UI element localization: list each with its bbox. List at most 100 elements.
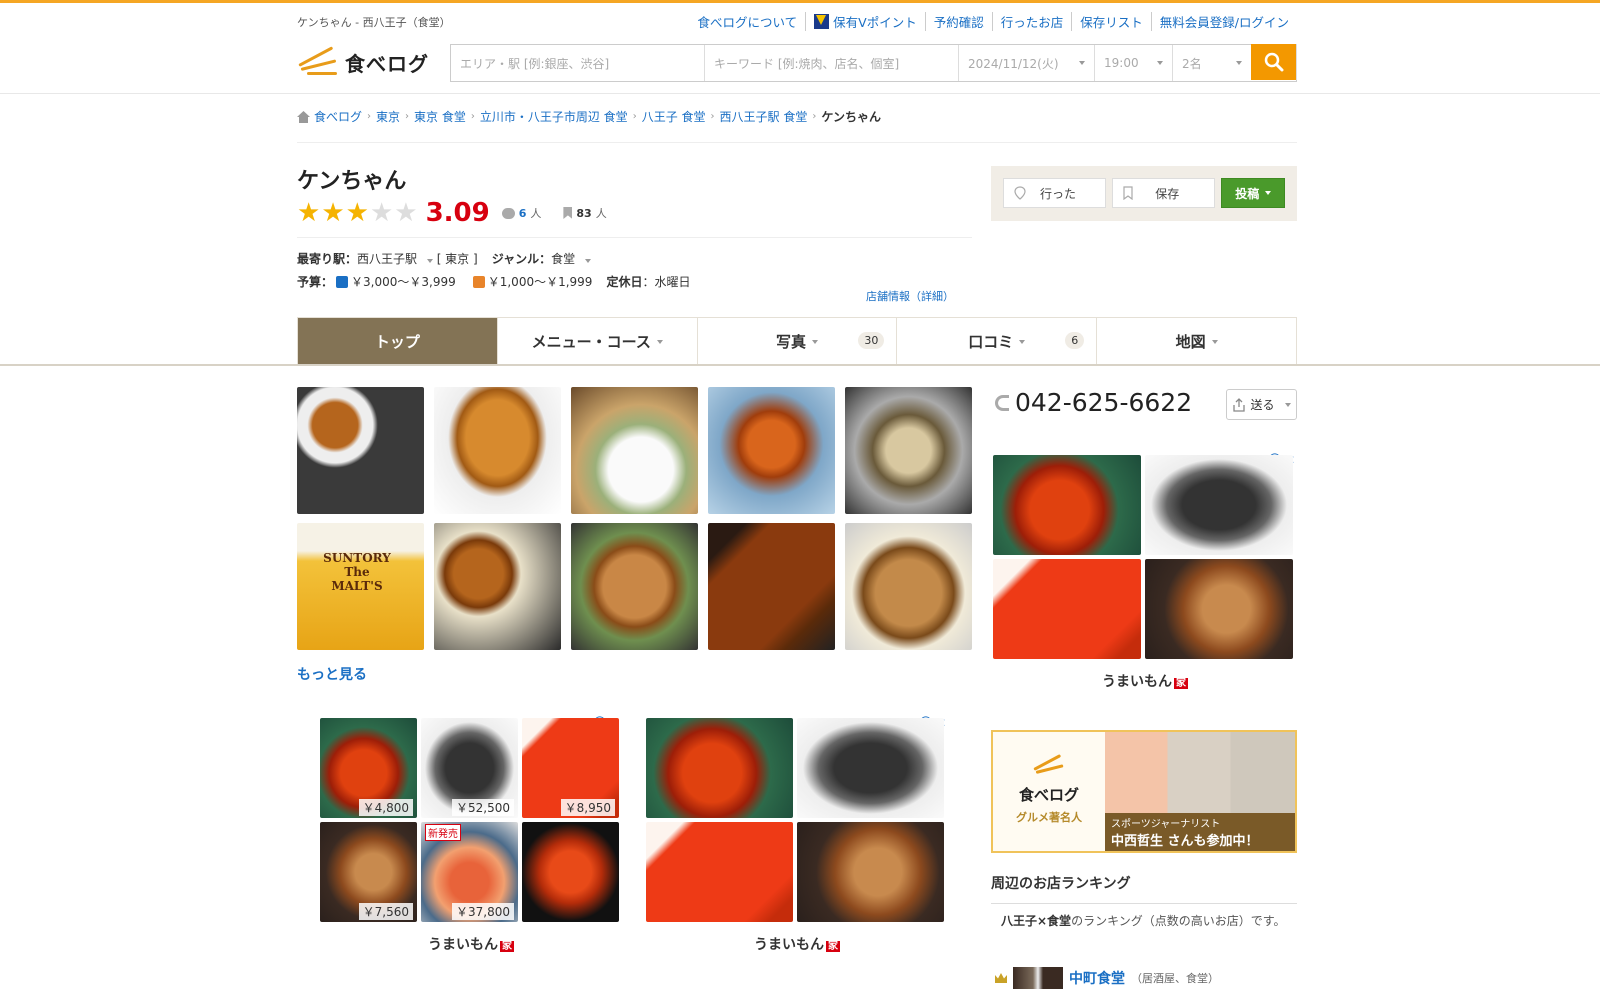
photo-beer[interactable]: SUNTORY The MALT'S — [297, 523, 424, 650]
star-empty-icon: ★ — [394, 198, 418, 228]
shop-detail-link[interactable]: 店舗情報（詳細） — [866, 288, 954, 304]
review-count-unit: 人 — [530, 207, 542, 220]
ad-product-shrimp[interactable]: ￥8,950 — [522, 718, 619, 818]
tab-photos[interactable]: 写真 30 — [698, 318, 898, 365]
tab-map[interactable]: 地図 — [1097, 318, 1296, 365]
ranking-item-name[interactable]: 中町食堂 — [1069, 968, 1125, 988]
photo-fried-fish[interactable] — [434, 387, 561, 514]
link-vpoint[interactable]: 保有Vポイント — [805, 12, 925, 31]
breadcrumb-nishihachioji[interactable]: 西八王子駅 食堂 — [720, 108, 808, 125]
chevron-down-icon — [1265, 191, 1272, 195]
ad-product-mentaiko[interactable] — [646, 718, 793, 818]
date-select[interactable]: 2024/11/12(火) — [959, 45, 1095, 81]
more-photos-link[interactable]: もっと見る — [297, 664, 367, 684]
tab-top[interactable]: トップ — [298, 318, 498, 365]
breadcrumb-separator: › — [812, 111, 817, 122]
tab-menu[interactable]: メニュー・コース — [498, 318, 698, 365]
save-button[interactable]: 保存 — [1112, 178, 1216, 208]
ad-product-crab[interactable]: 新発売 ￥37,800 — [421, 822, 518, 922]
station-link[interactable]: 西八王子駅 — [357, 252, 417, 266]
breadcrumb-tabelog[interactable]: 食べログ — [314, 108, 362, 125]
phone-number[interactable]: 042-625-6622 — [995, 388, 1192, 417]
gourmet-celebrity-banner[interactable]: 食べログ グルメ著名人 スポーツジャーナリスト 中西哲生 さんも参加中！ — [991, 730, 1297, 853]
phone-value: 042-625-6622 — [1015, 388, 1193, 417]
link-saved-list[interactable]: 保存リスト — [1071, 12, 1151, 31]
post-label: 投稿 — [1235, 186, 1260, 201]
star-filled-icon: ★ — [297, 198, 321, 228]
photo-cutlet[interactable] — [845, 523, 972, 650]
ad-product-sea-cucumber[interactable]: ￥52,500 — [421, 718, 518, 818]
photo-set-meal[interactable] — [297, 387, 424, 514]
time-select[interactable]: 19:00 — [1095, 45, 1173, 81]
genre-link[interactable]: 食堂 — [551, 252, 575, 266]
star-filled-icon: ★ — [345, 198, 369, 228]
ranking-thumbnail — [1013, 967, 1063, 989]
save-count[interactable]: 83 人 — [553, 205, 607, 221]
header-shop-path: ケンちゃん - 西八王子（食堂） — [297, 16, 451, 29]
photo-simmered-dish[interactable] — [708, 387, 835, 514]
save-count-value: 83 — [576, 206, 592, 220]
banner-caption: スポーツジャーナリスト 中西哲生 さんも参加中！ — [1105, 813, 1295, 851]
breadcrumb-hachioji[interactable]: 八王子 食堂 — [642, 108, 706, 125]
breadcrumb-divider — [297, 142, 1297, 143]
review-count[interactable]: 6人 — [501, 205, 542, 221]
chevron-down-icon — [1079, 61, 1085, 65]
ad-block-2[interactable]: ⓘ ✕ うまいもん家 — [646, 716, 948, 958]
ad-block-sidebar[interactable]: ⓘ ✕ うまいもん家 — [993, 453, 1297, 700]
breadcrumb-tokyo-shokudo[interactable]: 東京 食堂 — [414, 108, 466, 125]
night-budget-icon — [336, 276, 349, 288]
photo-eel[interactable] — [708, 523, 835, 650]
ad-product-chicken[interactable] — [1145, 559, 1293, 659]
station-label: 最寄り駅： — [297, 252, 358, 266]
ad-product-sea-cucumber[interactable] — [797, 718, 944, 818]
breadcrumb-separator: › — [710, 111, 715, 122]
breadcrumb-tachikawa[interactable]: 立川市・八王子市周辺 食堂 — [480, 108, 628, 125]
search-button[interactable] — [1251, 44, 1297, 80]
photo-karaage[interactable] — [571, 523, 698, 650]
ad-product-shrimp[interactable] — [646, 822, 793, 922]
header-top: ケンちゃん - 西八王子（食堂） 食べログについて 保有Vポイント 予約確認 行… — [297, 12, 1297, 32]
ad-product-chicken[interactable] — [797, 822, 944, 922]
tab-menu-label: メニュー・コース — [531, 333, 651, 351]
share-button[interactable]: 送る — [1226, 389, 1297, 420]
went-button[interactable]: 行った — [1003, 178, 1107, 208]
link-reservation[interactable]: 予約確認 — [924, 12, 992, 31]
tab-reviews[interactable]: 口コミ 6 — [897, 318, 1098, 365]
share-icon — [1233, 397, 1246, 412]
tab-reviews-label: 口コミ — [968, 333, 1014, 351]
ad-product-mentaiko[interactable] — [993, 455, 1141, 555]
area-search-input[interactable]: エリア・駅 [例:銀座、渋谷] — [451, 45, 705, 81]
crown-icon — [995, 973, 1007, 983]
ad-product-shrimp[interactable] — [993, 559, 1141, 659]
ad-product-grid — [993, 455, 1297, 659]
rating-stars: ★ ★ ★ ★ ★ — [297, 200, 418, 226]
ranking-item[interactable]: 中町食堂 （居酒屋、食堂） — [995, 967, 1219, 989]
ad-product-mentaiko[interactable]: ￥4,800 — [320, 718, 417, 818]
header-links: 食べログについて 保有Vポイント 予約確認 行ったお店 保存リスト 無料会員登録… — [690, 12, 1297, 31]
breadcrumb-tokyo[interactable]: 東京 — [376, 108, 400, 125]
photo-katsudon[interactable] — [434, 523, 561, 650]
breadcrumb-separator: › — [367, 111, 372, 122]
logo-text: 食べログ — [345, 51, 429, 76]
post-button[interactable]: 投稿 — [1221, 178, 1285, 208]
ad-brand-badge: 家 — [826, 941, 840, 952]
chevron-down-icon — [1211, 339, 1218, 344]
ad-block-1[interactable]: ⓘ ✕ ￥4,800 ￥52,500 ￥8,950 ￥7,560 新発売￥37,… — [320, 716, 622, 958]
ad-product-chicken[interactable]: ￥7,560 — [320, 822, 417, 922]
keyword-search-input[interactable]: キーワード [例:焼肉、店名、個室] — [705, 45, 959, 81]
chevron-down-icon — [656, 339, 663, 344]
link-about[interactable]: 食べログについて — [690, 12, 806, 31]
link-login[interactable]: 無料会員登録/ログイン — [1150, 12, 1297, 31]
tabelog-logo[interactable]: 食べログ — [297, 46, 437, 78]
people-value: 2名 — [1182, 56, 1202, 71]
photo-tempura[interactable] — [845, 387, 972, 514]
ad-brand-text: うまいもん — [1102, 674, 1172, 690]
link-visited[interactable]: 行ったお店 — [991, 12, 1072, 31]
banner-logo-area: 食べログ グルメ著名人 — [993, 732, 1105, 851]
ad-product-sea-cucumber[interactable] — [1145, 455, 1293, 555]
ad-product-ikura[interactable] — [522, 822, 619, 922]
budget-label: 予算： — [297, 275, 334, 289]
photo-rice-fish[interactable] — [571, 387, 698, 514]
people-select[interactable]: 2名 — [1173, 45, 1251, 81]
ad-price: ￥37,800 — [452, 903, 514, 920]
